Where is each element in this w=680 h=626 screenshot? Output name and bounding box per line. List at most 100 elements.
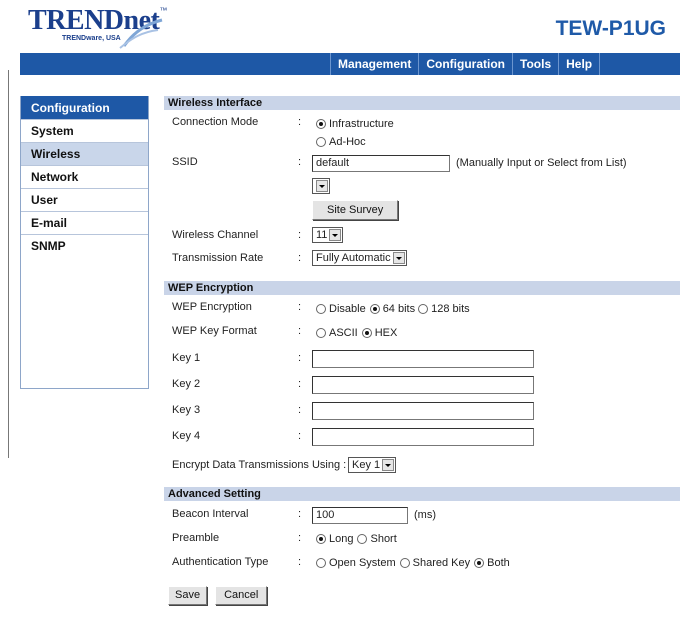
preamble-short-label: Short xyxy=(370,533,397,545)
row-ssid-list xyxy=(164,175,680,197)
encrypt-using-select[interactable]: Key 1 xyxy=(348,457,397,473)
key-2-field xyxy=(312,372,534,398)
colon: : xyxy=(298,252,302,264)
wireless-channel-field: 11 xyxy=(312,223,344,247)
nav-configuration[interactable]: Configuration xyxy=(419,53,514,75)
brand-tagline: TRENDware, USA xyxy=(62,35,121,42)
form-actions: Save Cancel xyxy=(164,586,680,605)
radio-auth-open[interactable] xyxy=(316,558,326,568)
nav-tools[interactable]: Tools xyxy=(513,53,560,75)
beacon-unit: (ms) xyxy=(414,509,436,521)
row-preamble: Preamble : Long Short xyxy=(164,528,680,552)
chevron-down-icon[interactable] xyxy=(382,459,395,471)
site-survey-button[interactable]: Site Survey xyxy=(312,200,399,220)
radio-infrastructure[interactable] xyxy=(316,119,326,129)
radio-hex[interactable] xyxy=(361,328,372,338)
key-1-input[interactable] xyxy=(312,350,534,368)
radio-wep-64[interactable] xyxy=(369,304,380,314)
key-4-input[interactable] xyxy=(312,428,534,446)
mode-adhoc-option[interactable]: Ad-Hoc xyxy=(312,133,366,151)
ascii-label: ASCII xyxy=(329,327,358,339)
section-wireless-interface: Wireless Interface xyxy=(164,96,680,110)
cancel-button[interactable]: Cancel xyxy=(215,586,268,605)
row-wep-encryption: WEP Encryption : Disable 64 bits 128 bit… xyxy=(164,298,680,322)
colon: : xyxy=(298,301,302,313)
wep-64-label: 64 bits xyxy=(382,303,416,315)
radio-preamble-short[interactable] xyxy=(357,534,368,544)
ssid-list-select[interactable] xyxy=(312,178,330,194)
sidebar-item-user[interactable]: User xyxy=(21,188,148,211)
sidebar-title: Configuration xyxy=(21,96,148,119)
transmission-rate-value: Fully Automatic xyxy=(316,252,391,264)
wep-encryption-options: Disable 64 bits 128 bits xyxy=(312,298,470,320)
auth-open-label: Open System xyxy=(329,557,396,569)
beacon-interval-input[interactable]: 100 xyxy=(312,506,408,524)
radio-wep-disable[interactable] xyxy=(316,304,326,314)
colon: : xyxy=(298,404,302,416)
chevron-down-icon[interactable] xyxy=(392,252,405,264)
section-wep-encryption: WEP Encryption xyxy=(164,281,680,295)
radio-wep-128[interactable] xyxy=(418,304,429,314)
wireless-channel-select[interactable]: 11 xyxy=(312,227,344,243)
colon: : xyxy=(298,156,302,168)
row-wireless-channel: Wireless Channel : 11 xyxy=(164,223,680,247)
radio-preamble-long[interactable] xyxy=(316,534,326,544)
infrastructure-label: Infrastructure xyxy=(329,118,394,130)
sidebar-item-wireless[interactable]: Wireless xyxy=(21,142,148,165)
colon: : xyxy=(298,116,302,128)
transmission-rate-field: Fully Automatic xyxy=(312,247,407,269)
encrypt-using-field: Key 1 xyxy=(348,450,397,480)
top-nav-bar: Management Configuration Tools Help xyxy=(20,53,680,75)
colon: : xyxy=(298,430,302,442)
nav-management[interactable]: Management xyxy=(330,53,420,75)
transmission-rate-select[interactable]: Fully Automatic xyxy=(312,250,407,266)
adhoc-label: Ad-Hoc xyxy=(329,136,366,148)
row-wep-key-format: WEP Key Format : ASCII HEX xyxy=(164,322,680,346)
row-key-2: Key 2 : xyxy=(164,372,680,398)
chevron-down-icon[interactable] xyxy=(329,229,342,241)
colon: : xyxy=(298,352,302,364)
ssid-list-field xyxy=(312,175,330,197)
key-1-label: Key 1 xyxy=(172,352,201,364)
ssid-field: default (Manually Input or Select from L… xyxy=(312,151,627,175)
colon: : xyxy=(298,508,302,520)
sidebar-item-system[interactable]: System xyxy=(21,119,148,142)
chevron-down-icon[interactable] xyxy=(316,180,328,192)
radio-auth-shared[interactable] xyxy=(399,558,410,568)
nav-help[interactable]: Help xyxy=(559,53,601,75)
sidebar: Configuration System Wireless Network Us… xyxy=(20,96,149,389)
key-4-field xyxy=(312,424,534,450)
model-name: TEW-P1UG xyxy=(555,17,666,40)
radio-auth-both[interactable] xyxy=(474,558,485,568)
preamble-options: Long Short xyxy=(312,528,397,550)
sidebar-item-email[interactable]: E-mail xyxy=(21,211,148,234)
sidebar-item-network[interactable]: Network xyxy=(21,165,148,188)
logo-swirl-icon xyxy=(119,18,163,49)
radio-ascii[interactable] xyxy=(316,328,326,338)
key-3-input[interactable] xyxy=(312,402,534,420)
top-menu: Management Configuration Tools Help xyxy=(330,53,601,75)
section-advanced-setting: Advanced Setting xyxy=(164,487,680,501)
key-2-label: Key 2 xyxy=(172,378,201,390)
authentication-type-options: Open System Shared Key Both xyxy=(312,552,510,574)
save-button[interactable]: Save xyxy=(168,586,208,605)
key-2-input[interactable] xyxy=(312,376,534,394)
key-3-label: Key 3 xyxy=(172,404,201,416)
row-encrypt-using: Encrypt Data Transmissions Using : Key 1 xyxy=(164,450,680,480)
preamble-label: Preamble xyxy=(172,532,220,544)
main-form: Wireless Interface Connection Mode : Inf… xyxy=(164,96,680,605)
row-key-1: Key 1 : xyxy=(164,346,680,372)
radio-adhoc[interactable] xyxy=(316,137,326,147)
sidebar-item-snmp[interactable]: SNMP xyxy=(21,234,148,257)
ssid-input[interactable]: default xyxy=(312,154,450,172)
beacon-interval-field: 100 (ms) xyxy=(312,504,436,526)
row-ssid: SSID : default (Manually Input or Select… xyxy=(164,151,680,175)
ssid-hint: (Manually Input or Select from List) xyxy=(456,157,627,169)
left-divider-line xyxy=(8,70,9,458)
auth-both-label: Both xyxy=(487,557,510,569)
wep-encryption-label: WEP Encryption xyxy=(172,301,252,313)
key-1-field xyxy=(312,346,534,372)
row-beacon-interval: Beacon Interval : 100 (ms) xyxy=(164,504,680,528)
mode-infrastructure-option[interactable]: Infrastructure xyxy=(312,115,394,133)
preamble-long-label: Long xyxy=(329,533,354,545)
